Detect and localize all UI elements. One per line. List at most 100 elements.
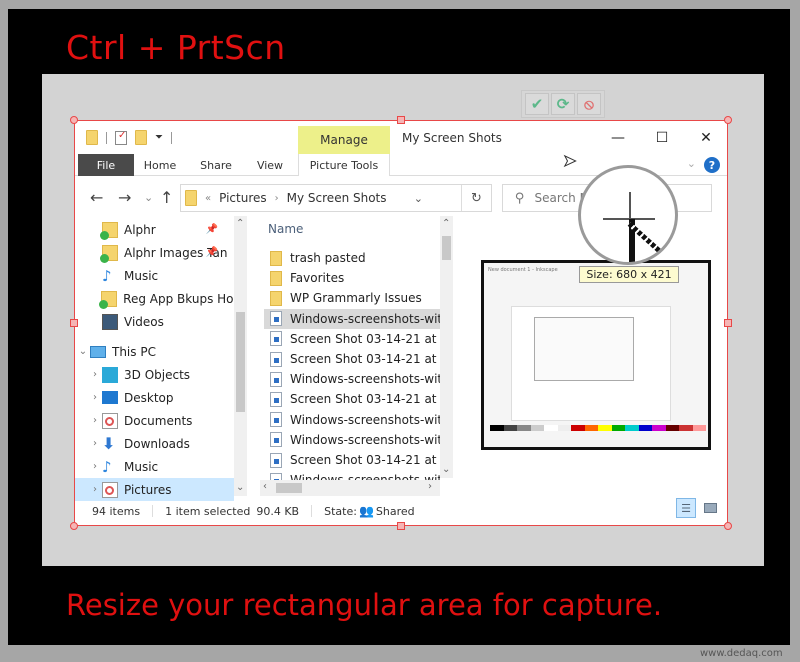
back-button[interactable]: ← — [90, 188, 103, 207]
resize-handle-top-left[interactable] — [70, 116, 78, 124]
breadcrumb-separator[interactable]: › — [275, 193, 279, 204]
scroll-down-icon[interactable]: ⌄ — [236, 482, 244, 493]
state-label: State: — [324, 504, 357, 518]
scroll-right-icon[interactable]: › — [428, 481, 432, 492]
file-row[interactable]: trash pasted — [264, 248, 440, 268]
file-row[interactable]: Windows-screenshots-with-cu — [264, 410, 440, 430]
item-count: 94 items — [92, 504, 141, 518]
scroll-up-icon[interactable]: ⌃ — [236, 218, 244, 229]
close-button[interactable]: ✕ — [684, 124, 728, 152]
details-view-icon: ☰ — [681, 501, 691, 515]
file-name: Windows-screenshots-with-cu — [290, 432, 440, 447]
file-name: WP Grammarly Issues — [290, 291, 422, 306]
list-hscroll-thumb[interactable] — [276, 483, 302, 493]
file-row[interactable]: Windows-screenshots-with-cu — [264, 430, 440, 450]
file-row[interactable]: WP Grammarly Issues — [264, 288, 440, 308]
tab-picture-tools[interactable]: Picture Tools — [298, 154, 390, 176]
resize-handle-bottom[interactable] — [397, 522, 405, 530]
videos-icon — [102, 313, 118, 330]
retry-button[interactable]: ⟳ — [551, 93, 575, 115]
large-icons-view-button[interactable] — [700, 498, 720, 518]
resize-handle-left[interactable] — [70, 319, 78, 327]
sidebar-item-music[interactable]: ♪ Music — [74, 264, 234, 287]
details-view-button[interactable]: ☰ — [676, 498, 696, 518]
customize-qat-icon[interactable]: ⏷ — [155, 132, 163, 143]
minimize-button[interactable]: — — [596, 124, 640, 152]
scroll-left-icon[interactable]: ‹ — [263, 481, 267, 492]
sidebar-item-downloads[interactable]: › ⬇ Downloads — [74, 432, 234, 455]
selection-count: 1 item selected — [165, 504, 251, 518]
expand-ribbon-icon[interactable]: ⌄ — [687, 157, 696, 170]
file-name: Screen Shot 03-14-21 at 02.12 — [290, 352, 440, 366]
help-icon[interactable]: ? — [704, 157, 720, 173]
file-name: trash pasted — [290, 251, 366, 265]
file-name: Windows-screenshots-with-cu — [290, 372, 440, 387]
shortcut-caption: Ctrl + PrtScn — [66, 28, 286, 67]
tab-file[interactable]: File — [78, 154, 134, 176]
sidebar-item-pictures[interactable]: › Pictures — [74, 478, 234, 501]
cancel-button[interactable]: ⦸ — [577, 93, 601, 115]
file-row[interactable]: Screen Shot 03-14-21 at 01.54 — [264, 450, 440, 470]
music-icon: ♪ — [102, 457, 112, 476]
recent-locations-button[interactable]: ⌄ — [144, 191, 153, 204]
tab-manage[interactable]: Manage — [298, 126, 390, 154]
tab-share[interactable]: Share — [196, 154, 236, 176]
file-row[interactable]: Screen Shot 03-14-21 at 02.12 — [264, 349, 440, 369]
forward-button[interactable]: → — [118, 188, 131, 207]
sidebar-item-alphr-images[interactable]: Alphr Images Tan 📌 — [74, 241, 234, 264]
file-row[interactable]: Windows-screenshots-with-cu — [264, 369, 440, 389]
accept-button[interactable]: ✔ — [525, 93, 549, 115]
sidebar-item-reg-app-bkups[interactable]: Reg App Bkups Hon — [74, 287, 234, 310]
breadcrumb-pictures[interactable]: Pictures — [219, 191, 267, 205]
maximize-button[interactable]: ☐ — [640, 124, 684, 152]
window-title: My Screen Shots — [402, 131, 502, 145]
image-file-icon — [270, 351, 282, 367]
folder-icon[interactable] — [86, 130, 98, 145]
image-file-icon — [270, 311, 282, 327]
breadcrumb-my-screen-shots[interactable]: My Screen Shots — [287, 191, 387, 205]
sidebar-item-videos[interactable]: Videos — [74, 310, 234, 333]
sidebar-item-desktop[interactable]: › Desktop — [74, 386, 234, 409]
list-scroll-thumb[interactable] — [442, 236, 451, 260]
resize-handle-top[interactable] — [397, 116, 405, 124]
resize-handle-right[interactable] — [724, 319, 732, 327]
sidebar-item-documents[interactable]: › Documents — [74, 409, 234, 432]
new-folder-icon[interactable] — [135, 130, 147, 145]
resize-handle-top-right[interactable] — [724, 116, 732, 124]
file-row[interactable]: Screen Shot 03-14-21 at 02.09 — [264, 389, 440, 409]
tab-home[interactable]: Home — [140, 154, 180, 176]
sidebar-item-this-pc[interactable]: ⌄ This PC — [74, 340, 234, 363]
tab-view[interactable]: View — [250, 154, 290, 176]
overflow-chevron[interactable]: « — [205, 193, 211, 204]
refresh-button[interactable]: ↻ — [461, 185, 491, 211]
sidebar-item-3d-objects[interactable]: › 3D Objects — [74, 363, 234, 386]
file-row[interactable]: Windows-screenshots-with-cu — [264, 308, 440, 329]
image-file-icon — [270, 432, 282, 448]
mouse-cursor-icon: ➤ — [562, 151, 577, 171]
sidebar-scrollbar[interactable]: ⌃ ⌄ — [234, 216, 247, 496]
pictures-icon — [102, 481, 118, 498]
address-dropdown-icon[interactable]: ⌄ — [414, 192, 423, 205]
up-button[interactable]: ↑ — [160, 188, 173, 207]
properties-icon[interactable]: ✓ — [115, 130, 127, 145]
sidebar-item-alphr[interactable]: Alphr 📌 — [74, 218, 234, 241]
address-bar[interactable]: « Pictures › My Screen Shots ⌄ ↻ — [180, 184, 492, 212]
file-name: Favorites — [290, 271, 345, 286]
file-row[interactable]: Favorites — [264, 268, 440, 288]
column-header-name[interactable]: Name — [268, 222, 303, 236]
file-row[interactable]: Screen Shot 03-14-21 at 02.15 — [264, 329, 440, 349]
scroll-up-icon[interactable]: ⌃ — [442, 218, 450, 229]
scroll-down-icon[interactable]: ⌄ — [442, 464, 450, 475]
sidebar-item-music-pc[interactable]: › ♪ Music — [74, 455, 234, 478]
divider — [152, 505, 154, 517]
list-vertical-scrollbar[interactable]: ⌃ ⌄ — [440, 216, 453, 478]
resize-handle-bottom-right[interactable] — [724, 522, 732, 530]
divider — [106, 131, 107, 144]
resize-handle-bottom-left[interactable] — [70, 522, 78, 530]
sidebar-scroll-thumb[interactable] — [236, 312, 245, 412]
size-tooltip: Size: 680 x 421 — [579, 266, 679, 283]
music-icon: ♪ — [102, 266, 112, 285]
list-horizontal-scrollbar[interactable]: ‹ › — [260, 480, 440, 496]
window-controls: — ☐ ✕ — [596, 124, 728, 152]
image-file-icon — [270, 452, 282, 468]
